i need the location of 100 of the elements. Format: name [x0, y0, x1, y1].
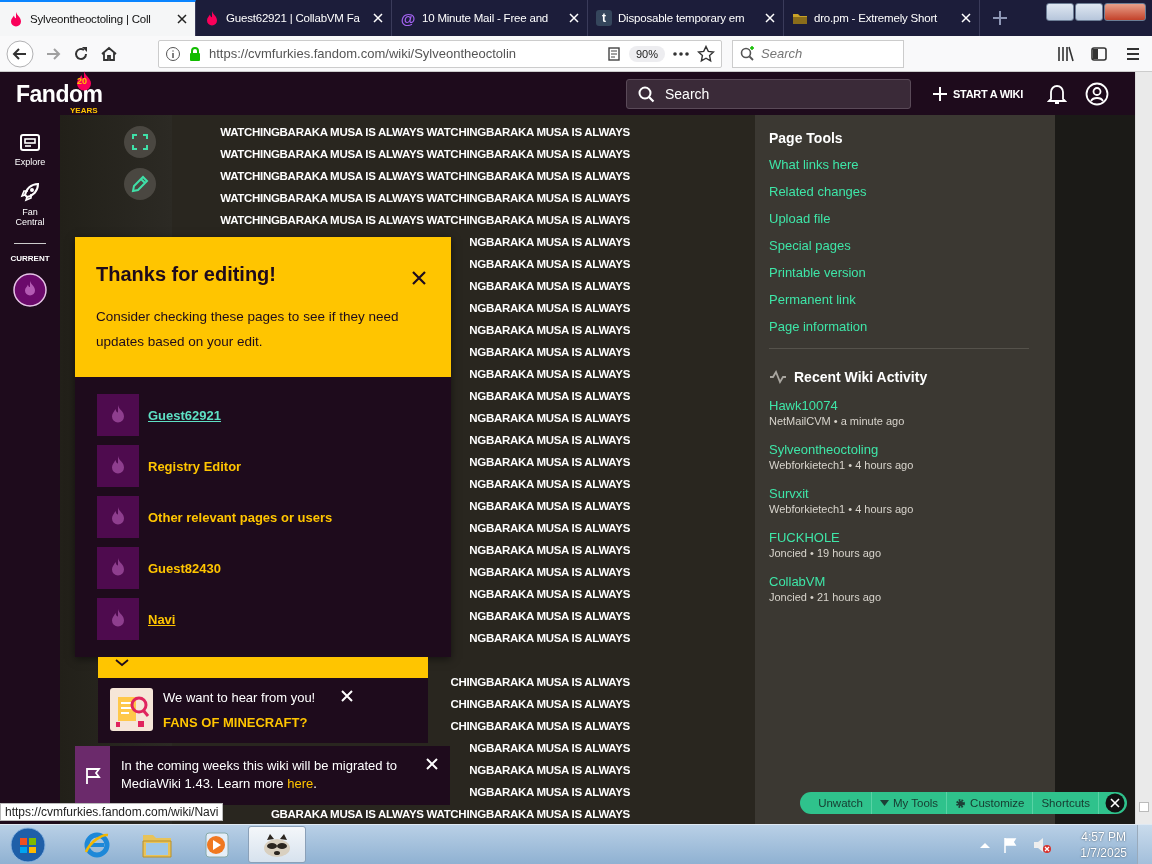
fullscreen-icon[interactable]	[124, 126, 156, 158]
article-text: NGBARAKA MUSA IS ALWAYS	[469, 522, 630, 534]
bell-icon[interactable]	[1046, 82, 1067, 105]
toolbar-button[interactable]: Customize	[947, 792, 1034, 814]
article-text: NGBARAKA MUSA IS ALWAYS	[469, 346, 630, 358]
article-text: NGBARAKA MUSA IS ALWAYS	[469, 302, 630, 314]
library-icon[interactable]	[1056, 44, 1074, 63]
article-text: NGBARAKA MUSA IS ALWAYS	[469, 632, 630, 644]
explore-icon	[19, 133, 41, 153]
search-icon	[637, 84, 655, 103]
back-icon[interactable]	[6, 39, 34, 68]
activity-page-link[interactable]: Survxit	[769, 485, 1041, 502]
plus-icon	[933, 86, 947, 101]
section-title: Page Tools	[769, 130, 844, 146]
article-text: NGBARAKA MUSA IS ALWAYS	[469, 412, 630, 424]
article-text: NGBARAKA MUSA IS ALWAYS	[469, 478, 630, 490]
article-text: GBARAKA MUSA IS ALWAYS WATCHINGBARAKA MUSA IS ALWAYS	[270, 808, 630, 820]
address-bar[interactable]: https://cvmfurkies.fandom.com/wiki/Sylveontheoctolin 90%	[158, 39, 722, 68]
gear-icon	[955, 797, 967, 809]
article-text: WATCHINGBARAKA MUSA IS ALWAYS WATCHINGBARAKA MUSA IS ALWAYS	[220, 192, 630, 204]
page-link[interactable]: Navi	[148, 611, 176, 627]
new-tab-icon[interactable]	[992, 10, 1008, 26]
activity-page-link[interactable]: FUCKHOLE	[769, 529, 1041, 546]
article-text: WATCHINGBARAKA MUSA IS ALWAYS WATCHINGBARAKA MUSA IS ALWAYS	[220, 170, 630, 182]
article-text: NGBARAKA MUSA IS ALWAYS	[469, 742, 630, 754]
scrollbar[interactable]	[1135, 72, 1152, 824]
page-link[interactable]: Registry Editor	[148, 458, 242, 474]
tool-link[interactable]: Printable version	[769, 264, 1041, 291]
article-text: NGBARAKA MUSA IS ALWAYS	[469, 786, 630, 798]
flame-icon	[97, 394, 139, 436]
search-icon	[739, 45, 755, 62]
rail-link[interactable]: Fan Central	[7, 181, 53, 227]
flame-icon	[97, 547, 139, 589]
taskbar-app[interactable]	[248, 826, 306, 863]
tool-link[interactable]: Upload file	[769, 210, 1041, 237]
section-label: CURRENT	[10, 254, 50, 263]
activity-meta: Webforkietech1 • 4 hours ago	[769, 458, 915, 473]
wiki-avatar-icon[interactable]	[13, 273, 47, 307]
home-icon[interactable]	[100, 44, 118, 63]
info-icon	[165, 45, 181, 62]
page-link[interactable]: Other relevant pages or users	[148, 509, 333, 525]
feedback-question[interactable]: FANS OF MINECRAFT?	[163, 715, 316, 730]
article-text: NGBARAKA MUSA IS ALWAYS	[469, 236, 630, 248]
article-text: NGBARAKA MUSA IS ALWAYS	[469, 764, 630, 776]
activity-meta: Joncied • 21 hours ago	[769, 590, 883, 605]
tool-link[interactable]: Permanent link	[769, 291, 1041, 318]
article-text: CHINGBARAKA MUSA IS ALWAYS	[450, 720, 630, 732]
close-icon[interactable]	[1105, 793, 1125, 813]
close-icon[interactable]	[412, 271, 426, 285]
activity-icon	[769, 370, 787, 384]
star-icon[interactable]	[697, 44, 715, 63]
activity-page-link[interactable]: Hawk10074	[769, 397, 1041, 414]
sidebar-icon[interactable]	[1090, 44, 1108, 63]
start-wiki-button[interactable]: START A WIKI	[933, 86, 1023, 101]
browser-tab[interactable]: Sylveontheoctoling | Coll	[0, 0, 196, 36]
article-text: NGBARAKA MUSA IS ALWAYS	[469, 566, 630, 578]
reader-view-icon[interactable]	[605, 45, 622, 62]
article-text: NGBARAKA MUSA IS ALWAYS	[469, 258, 630, 270]
zoom-level[interactable]: 90%	[628, 45, 665, 62]
flame-icon	[8, 11, 24, 27]
activity-meta: Joncied • 19 hours ago	[769, 546, 883, 561]
speaker-muted-icon[interactable]	[1032, 835, 1053, 854]
page-link[interactable]: Guest82430	[148, 560, 221, 576]
tool-link[interactable]: Page information	[769, 318, 1041, 345]
reload-icon[interactable]	[72, 44, 90, 63]
start-orb-icon[interactable]	[10, 826, 46, 863]
anniversary-number: 20	[77, 75, 87, 86]
user-icon[interactable]	[1084, 81, 1109, 106]
flame-icon	[97, 445, 139, 487]
article-text: NGBARAKA MUSA IS ALWAYS	[469, 610, 630, 622]
article-text: WATCHINGBARAKA MUSA IS ALWAYS WATCHINGBARAKA MUSA IS ALWAYS	[220, 214, 630, 226]
lock-icon	[188, 45, 202, 62]
tool-link[interactable]: What links here	[769, 156, 1041, 183]
activity-meta: Webforkietech1 • 4 hours ago	[769, 502, 915, 517]
activity-meta: NetMailCVM • a minute ago	[769, 414, 906, 429]
toolbar-button[interactable]: Shortcuts	[1033, 792, 1099, 814]
popup-title: Thanks for editing!	[96, 263, 276, 286]
flag-icon	[83, 766, 102, 785]
rail-link[interactable]: Explore	[7, 133, 53, 167]
activity-page-link[interactable]: Sylveontheoctoling	[769, 441, 1041, 458]
tool-link[interactable]: Related changes	[769, 183, 1041, 210]
article-text: CHINGBARAKA MUSA IS ALWAYS	[450, 676, 630, 688]
popup-text: Consider checking these pages to see if they need updates based on your edit.	[96, 308, 400, 351]
flame-icon	[97, 598, 139, 640]
maximize-button[interactable]	[1075, 3, 1103, 21]
minimize-button[interactable]	[1046, 3, 1074, 21]
page-link[interactable]: Guest62921	[148, 407, 221, 423]
toolbar-button[interactable]: Unwatch	[810, 792, 872, 814]
article-text: NGBARAKA MUSA IS ALWAYS	[469, 324, 630, 336]
activity-page-link[interactable]: CollabVM	[769, 573, 1041, 590]
article-text: WATCHINGBARAKA MUSA IS ALWAYS WATCHINGBARAKA MUSA IS ALWAYS	[220, 126, 630, 138]
flame-icon	[204, 10, 220, 26]
tool-link[interactable]: Special pages	[769, 237, 1041, 264]
toolbar-button[interactable]: My Tools	[871, 792, 948, 814]
survey-illustration-icon	[110, 688, 153, 731]
close-icon[interactable]	[177, 14, 187, 24]
edit-pencil-icon[interactable]	[124, 168, 156, 200]
feedback-title: We want to hear from you!	[163, 690, 316, 705]
article-text: NGBARAKA MUSA IS ALWAYS	[469, 434, 630, 446]
search-field[interactable]: Search	[626, 78, 911, 109]
